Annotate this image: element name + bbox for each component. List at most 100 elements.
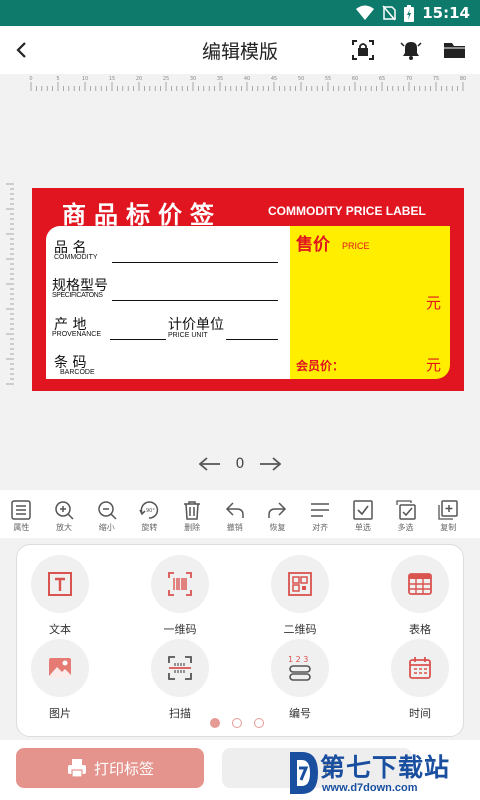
number-icon: 1 2 3	[288, 655, 311, 681]
scan-lock-icon[interactable]	[350, 38, 376, 62]
page-number: 0	[235, 456, 245, 472]
tool-label: 恢复	[269, 523, 286, 532]
tool-label: 单选	[354, 523, 371, 532]
ruler-label: 45	[271, 76, 277, 82]
ruler-label: 70	[406, 76, 412, 82]
element-label: 表格	[409, 623, 431, 636]
properties-icon	[11, 500, 32, 520]
ruler-label: 25	[163, 76, 169, 82]
element-label: 时间	[409, 707, 431, 720]
ruler-label: 60	[352, 76, 358, 82]
label-info-area: 品 名 COMMODITY 规格型号 SPECIFICATONS 产 地 PRO…	[46, 226, 290, 379]
element-barcode[interactable]: 一维码	[140, 555, 220, 637]
element-scan[interactable]: 扫描	[140, 639, 220, 721]
tool-copy[interactable]: 复制	[427, 490, 470, 538]
label-row-barcode-en[interactable]: BARCODE	[60, 369, 95, 376]
panel-page-indicator	[210, 718, 264, 728]
ruler-label: 5	[56, 76, 59, 82]
element-time[interactable]: 时间	[380, 639, 460, 721]
tool-label: 撤销	[226, 523, 243, 532]
tool-redo[interactable]: 恢复	[256, 490, 299, 538]
prev-page-icon[interactable]	[198, 457, 222, 471]
label-row-commodity-en[interactable]: COMMODITY	[54, 254, 98, 261]
print-label-text: 打印标签	[93, 759, 154, 778]
tool-single-select[interactable]: 单选	[342, 490, 385, 538]
price-label-canvas[interactable]: 商品标价签 COMMODITY PRICE LABEL 品 名 COMMODIT…	[32, 188, 464, 391]
label-member-yuan[interactable]: 元	[426, 354, 441, 375]
svg-text:90°: 90°	[146, 508, 155, 514]
underline	[112, 262, 278, 263]
print-label-button[interactable]: 打印标签	[16, 748, 204, 788]
multi-select-icon	[395, 500, 416, 520]
tool-zoom-in[interactable]: 放大	[43, 490, 86, 538]
label-row-origin-en[interactable]: PROVENANCE	[52, 331, 101, 338]
element-label: 编号	[289, 707, 311, 720]
printer-icon	[67, 759, 86, 778]
header: 编辑模版	[0, 26, 480, 74]
scan-icon	[168, 656, 192, 680]
calendar-icon	[409, 657, 431, 679]
page-dot[interactable]	[254, 718, 264, 728]
tool-label: 删除	[184, 523, 201, 532]
ruler-label: 55	[325, 76, 331, 82]
tool-properties[interactable]: 属性	[0, 490, 43, 538]
ruler-label: 50	[298, 76, 304, 82]
undo-icon	[225, 502, 244, 518]
tool-delete[interactable]: 删除	[171, 490, 214, 538]
element-image[interactable]: 图片	[20, 639, 100, 721]
watermark-d-icon	[290, 752, 318, 794]
label-yuan[interactable]: 元	[426, 292, 441, 313]
status-time: 15:14	[422, 4, 470, 22]
battery-icon	[404, 4, 415, 22]
qrcode-icon	[288, 572, 312, 596]
element-table[interactable]: 表格	[380, 555, 460, 637]
tool-rotate[interactable]: 90° 旋转	[128, 490, 171, 538]
label-price-cn[interactable]: 售价	[296, 230, 330, 255]
element-qrcode[interactable]: 二维码	[260, 555, 340, 637]
page-navigator: 0	[0, 456, 480, 472]
copy-icon	[438, 500, 458, 520]
label-title-en[interactable]: COMMODITY PRICE LABEL	[268, 204, 426, 218]
sim-icon	[382, 5, 396, 21]
label-price-en[interactable]: PRICE	[342, 241, 370, 251]
tool-undo[interactable]: 撤销	[213, 490, 256, 538]
next-page-icon[interactable]	[258, 457, 282, 471]
barcode-icon	[168, 572, 192, 596]
watermark-logo: 第七下载站 www.d7down.com	[286, 748, 476, 800]
tool-multi-select[interactable]: 多选	[384, 490, 427, 538]
label-row-spec-en[interactable]: SPECIFICATONS	[52, 292, 103, 299]
tool-align[interactable]: 对齐	[299, 490, 342, 538]
tool-zoom-out[interactable]: 缩小	[85, 490, 128, 538]
page-dot-active[interactable]	[210, 718, 220, 728]
tool-label: 属性	[13, 523, 30, 532]
element-text[interactable]: 文本	[20, 555, 100, 637]
status-bar: 15:14	[0, 0, 480, 26]
single-select-icon	[353, 500, 373, 520]
zoom-out-icon	[97, 501, 117, 520]
element-label: 扫描	[169, 707, 191, 720]
align-icon	[311, 503, 330, 517]
ruler-label: 40	[244, 76, 250, 82]
bell-icon[interactable]	[398, 38, 424, 62]
edit-toolbar: 属性 放大 缩小 90° 旋转 删除 撤销 恢复 对齐 单选 多选 复制	[0, 490, 480, 538]
label-title-cn[interactable]: 商品标价签	[62, 195, 222, 230]
text-icon	[48, 572, 72, 596]
delete-icon	[184, 501, 201, 520]
element-label: 二维码	[283, 623, 317, 636]
page-dot[interactable]	[232, 718, 242, 728]
tool-label: 对齐	[312, 523, 329, 532]
element-label: 文本	[49, 623, 71, 636]
ruler-label: 75	[433, 76, 439, 82]
tool-label: 多选	[397, 523, 414, 532]
ruler-label: 80	[460, 76, 466, 82]
element-number[interactable]: 1 2 3 编号	[260, 639, 340, 721]
label-member-price[interactable]: 会员价：	[296, 357, 344, 374]
underline	[110, 339, 166, 340]
tool-label: 放大	[56, 523, 73, 532]
tool-label: 旋转	[141, 523, 158, 532]
ruler-label: 10	[82, 76, 88, 82]
element-label: 图片	[49, 707, 71, 720]
folder-icon[interactable]	[442, 38, 468, 62]
label-unit-cn[interactable]: 计价单位	[168, 314, 224, 334]
label-unit-en[interactable]: PRICE UNIT	[168, 332, 208, 339]
